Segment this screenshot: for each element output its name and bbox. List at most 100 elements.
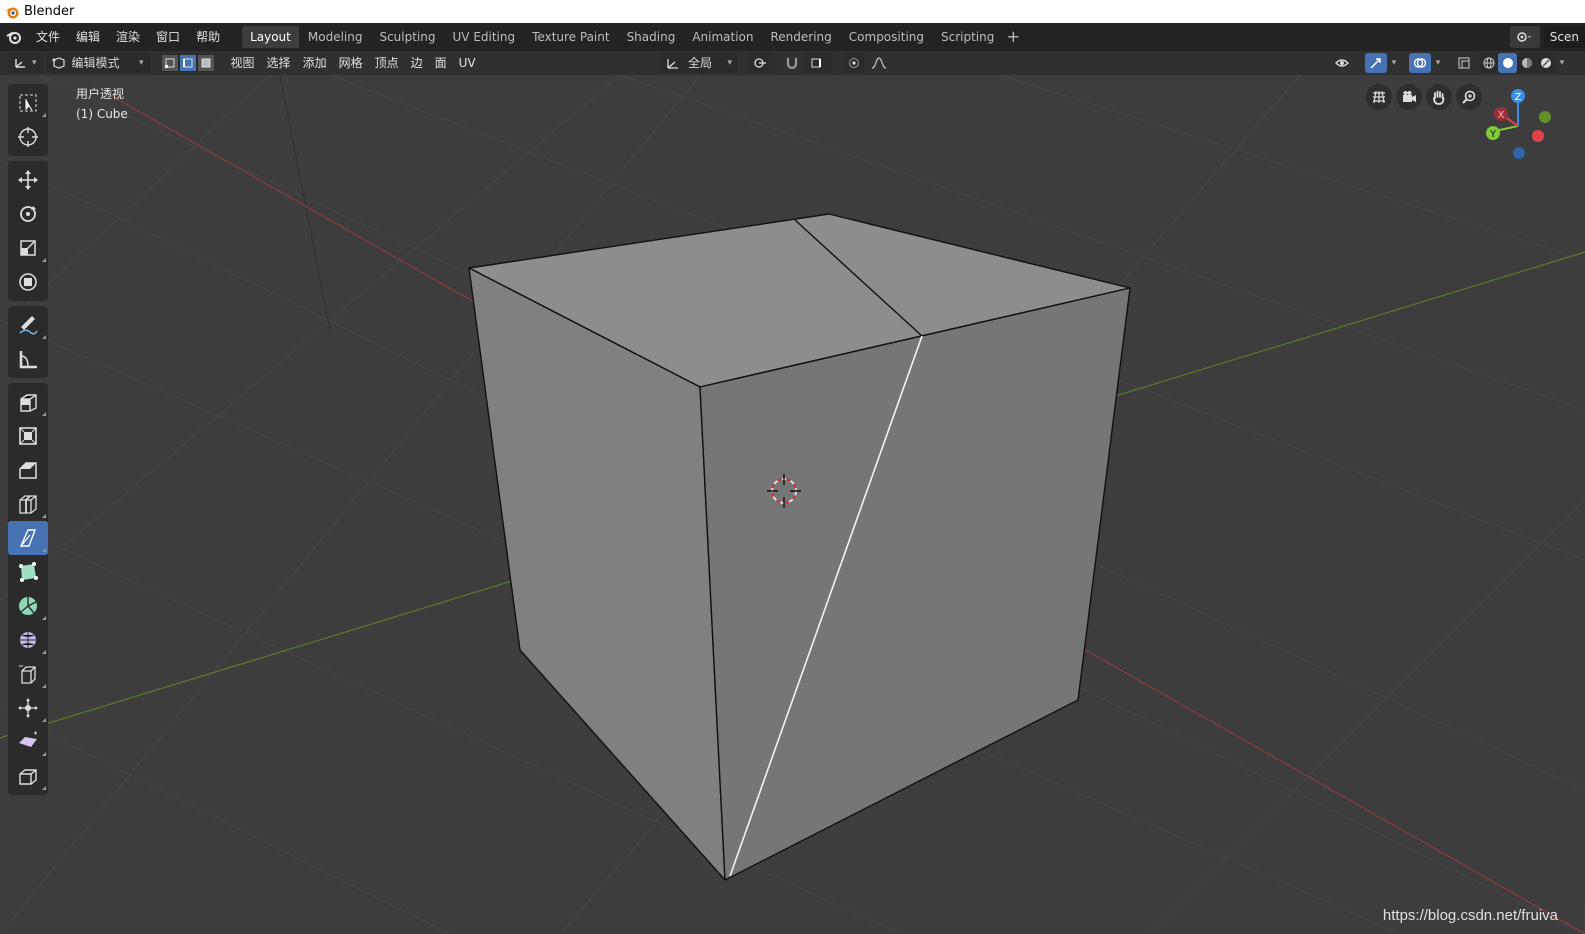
xray-toggle[interactable] (1453, 53, 1475, 73)
menu-window[interactable]: 窗口 (148, 23, 188, 51)
menu-vertex[interactable]: 顶点 (369, 53, 405, 73)
rotate-tool[interactable] (8, 197, 48, 231)
menu-view[interactable]: 视图 (225, 53, 261, 73)
rip-region-tool[interactable] (8, 759, 48, 793)
shrink-fatten-tool[interactable] (8, 691, 48, 725)
workspace-tabs: Layout Modeling Sculpting UV Editing Tex… (242, 23, 1023, 51)
gizmo-dropdown[interactable]: ▾ (1387, 53, 1401, 73)
transform-tool[interactable] (8, 265, 48, 299)
shading-mode-group (1479, 53, 1555, 73)
edge-slide-tool[interactable] (8, 657, 48, 691)
extrude-region-tool[interactable] (8, 385, 48, 419)
tab-scripting[interactable]: Scripting (933, 26, 1002, 48)
cube-mesh[interactable] (468, 213, 1131, 881)
cursor-tool[interactable] (8, 120, 48, 154)
snap-target-dropdown[interactable] (803, 53, 833, 73)
menu-face[interactable]: 面 (429, 53, 453, 73)
tab-uv-editing[interactable]: UV Editing (445, 26, 524, 48)
tab-modeling[interactable]: Modeling (300, 26, 371, 48)
blender-menu-icon[interactable] (0, 23, 28, 51)
orientation-icon (667, 59, 678, 69)
menu-add[interactable]: 添加 (297, 53, 333, 73)
tab-animation[interactable]: Animation (684, 26, 761, 48)
menu-uv[interactable]: UV (453, 53, 482, 73)
shear-tool[interactable] (8, 725, 48, 759)
wireframe-shading-button[interactable] (1479, 53, 1498, 73)
axes-editor-icon (15, 59, 25, 68)
edge-select-icon (182, 58, 193, 68)
visibility-dropdown[interactable] (1329, 53, 1359, 73)
annotate-tool[interactable] (8, 308, 48, 342)
gizmo-icon (1370, 58, 1381, 69)
mode-dropdown[interactable]: 编辑模式 ▾ (45, 53, 150, 73)
loop-cut-tool[interactable] (8, 487, 48, 521)
header-right-controls: ▾ ▾ ▾ (1329, 53, 1569, 73)
solid-sphere-icon (1502, 58, 1513, 68)
scale-tool[interactable] (8, 231, 48, 265)
tab-texture-paint[interactable]: Texture Paint (524, 26, 617, 48)
camera-view-button[interactable] (1396, 84, 1422, 110)
face-select-button[interactable] (196, 54, 215, 72)
menu-mesh[interactable]: 网格 (333, 53, 369, 73)
tab-sculpting[interactable]: Sculpting (371, 26, 443, 48)
proportional-falloff-dropdown[interactable] (865, 53, 895, 73)
gizmo-toggle[interactable] (1365, 53, 1387, 73)
select-box-icon (19, 94, 37, 112)
transform-orientation-dropdown[interactable]: 全局 ▾ (660, 53, 738, 73)
add-workspace-button[interactable]: + (1003, 26, 1023, 48)
tab-compositing[interactable]: Compositing (841, 26, 932, 48)
material-shading-button[interactable] (1517, 53, 1536, 73)
tab-shading[interactable]: Shading (619, 26, 684, 48)
menu-edge[interactable]: 边 (405, 53, 429, 73)
toggle-ortho-button[interactable] (1366, 84, 1392, 110)
poly-build-tool[interactable] (8, 555, 48, 589)
move-tool[interactable] (8, 163, 48, 197)
solid-shading-button[interactable] (1498, 53, 1517, 73)
spin-tool[interactable] (8, 589, 48, 623)
pan-view-button[interactable] (1426, 84, 1452, 110)
mode-label: 编辑模式 (71, 56, 120, 70)
cube-right-face[interactable] (699, 287, 1131, 881)
tool-group-transform (8, 161, 48, 301)
scene-selector[interactable]: Scen (1509, 26, 1585, 48)
menu-help[interactable]: 帮助 (188, 23, 228, 51)
edge-select-button[interactable] (178, 54, 197, 72)
vertex-select-button[interactable] (160, 54, 179, 72)
menu-file[interactable]: 文件 (28, 23, 68, 51)
tab-rendering[interactable]: Rendering (763, 26, 840, 48)
scene-name[interactable]: Scen (1543, 26, 1585, 48)
knife-icon (19, 529, 37, 547)
shading-dropdown[interactable]: ▾ (1555, 53, 1569, 73)
scale-icon (20, 240, 36, 256)
edit-mode-icon (52, 57, 65, 69)
inset-faces-tool[interactable] (8, 419, 48, 453)
gizmo-x-negative[interactable] (1532, 130, 1544, 142)
rendered-sphere-icon (1540, 58, 1551, 68)
gizmo-y-negative[interactable] (1539, 111, 1551, 123)
scene-icon[interactable] (1509, 26, 1540, 48)
menu-render[interactable]: 渲染 (108, 23, 148, 51)
menu-edit[interactable]: 编辑 (68, 23, 108, 51)
menu-select[interactable]: 选择 (261, 53, 297, 73)
falloff-curve-icon (871, 57, 887, 69)
pivot-point-dropdown[interactable] (747, 53, 775, 73)
tool-shelf (8, 84, 48, 800)
editor-type-dropdown[interactable]: ▾ (8, 53, 43, 73)
navigation-gizmo[interactable]: Z Y X (1486, 89, 1551, 159)
overlays-toggle[interactable] (1409, 53, 1431, 73)
gizmo-z-label: Z (1515, 92, 1522, 103)
bevel-tool[interactable] (8, 453, 48, 487)
snap-toggle[interactable] (781, 53, 803, 73)
magnet-icon (786, 58, 798, 70)
rendered-shading-button[interactable] (1536, 53, 1555, 73)
zoom-view-button[interactable] (1456, 84, 1482, 110)
smooth-tool[interactable] (8, 623, 48, 657)
select-box-tool[interactable] (8, 86, 48, 120)
proportional-edit-toggle[interactable] (843, 53, 865, 73)
overlays-dropdown[interactable]: ▾ (1431, 53, 1445, 73)
knife-tool[interactable] (8, 521, 48, 555)
tab-layout[interactable]: Layout (242, 26, 299, 48)
measure-tool[interactable] (8, 342, 48, 376)
3d-viewport[interactable]: Z Y X (0, 75, 1585, 934)
gizmo-z-negative[interactable] (1513, 147, 1525, 159)
